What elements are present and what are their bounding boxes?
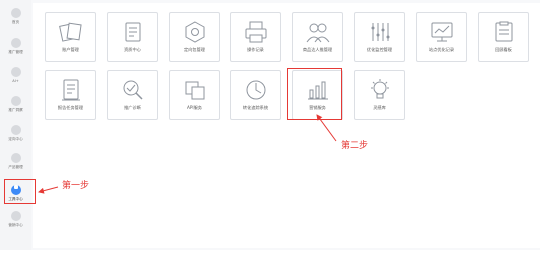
annotation-step2: 第二步	[341, 141, 369, 151]
annotation-step1: 第一步	[62, 181, 90, 191]
arrow-step1	[38, 186, 59, 194]
annotation-arrows	[38, 114, 337, 194]
arrow-step2	[316, 114, 337, 142]
